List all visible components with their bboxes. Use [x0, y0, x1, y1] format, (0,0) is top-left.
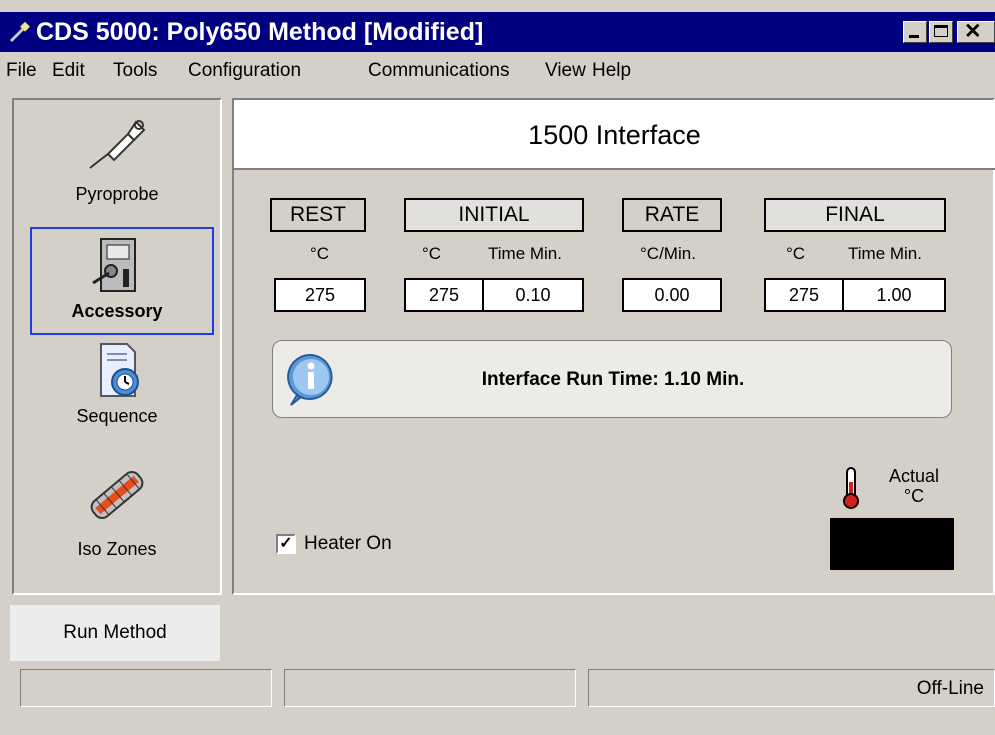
sidebar-item-label: Accessory [71, 301, 163, 321]
connection-status: Off-Line [916, 678, 984, 699]
interface-panel: 1500 Interface REST °C 275 INITIAL °C Ti… [232, 98, 995, 595]
sidebar-item-iso-zones[interactable]: Iso Zones [14, 465, 220, 560]
menu-communications[interactable]: Communications [368, 60, 510, 82]
final-temp-field[interactable]: 275 [764, 278, 844, 312]
pyroprobe-icon [89, 120, 146, 169]
menu-bar: File Edit Tools Configuration Communicat… [0, 52, 995, 94]
sidebar-item-pyroprobe[interactable]: Pyroprobe [14, 108, 220, 205]
rest-header: REST [270, 198, 366, 232]
sidebar-item-accessory[interactable]: Accessory [14, 235, 220, 322]
minimize-icon [909, 35, 919, 38]
sidebar-item-sequence[interactable]: Sequence [14, 340, 220, 427]
run-method-button[interactable]: Run Method [10, 605, 220, 661]
panel-title: 1500 Interface [528, 120, 701, 150]
run-time-text: Interface Run Time: 1.10 Min. [481, 369, 745, 390]
status-field-1 [20, 669, 272, 707]
close-icon: ✕ [964, 20, 982, 43]
actual-temp-display [830, 518, 954, 570]
rest-temp-field[interactable]: 275 [274, 278, 366, 312]
initial-header: INITIAL [404, 198, 584, 232]
menu-configuration[interactable]: Configuration [188, 60, 301, 82]
maximize-button[interactable] [929, 21, 953, 43]
final-unit: °C [786, 244, 806, 263]
sidebar-item-label: Pyroprobe [75, 184, 159, 204]
sidebar-item-label: Sequence [76, 406, 158, 426]
iso-zones-icon [90, 470, 144, 520]
final-header: FINAL [764, 198, 946, 232]
final-time-field[interactable]: 1.00 [842, 278, 946, 312]
heater-on-text: Heater On [304, 533, 392, 554]
status-field-2 [284, 669, 576, 707]
app-window: CDS 5000: Poly650 Method [Modified] ✕ Fi… [0, 0, 995, 735]
rate-unit: °C/Min. [640, 244, 696, 263]
title-bar[interactable]: CDS 5000: Poly650 Method [Modified] ✕ [0, 12, 995, 52]
maximize-icon [934, 25, 948, 37]
menu-tools[interactable]: Tools [113, 60, 157, 82]
sidebar: Pyroprobe Accessory Sequence Iso Zones [12, 98, 222, 595]
panel-header: 1500 Interface [234, 100, 995, 170]
run-time-info: Interface Run Time: 1.10 Min. [272, 340, 952, 418]
actual-label-line1: Actual [888, 466, 940, 486]
rest-unit: °C [310, 244, 330, 263]
close-button[interactable]: ✕ [957, 20, 995, 43]
menu-file[interactable]: File [6, 60, 37, 82]
initial-temp-field[interactable]: 275 [404, 278, 484, 312]
menu-view[interactable]: View [545, 60, 586, 82]
minimize-button[interactable] [903, 21, 927, 43]
initial-time-unit: Time Min. [488, 244, 562, 263]
sequence-icon [100, 343, 139, 397]
heater-on-checkbox[interactable]: ✓ [276, 534, 296, 554]
initial-unit: °C [422, 244, 442, 263]
accessory-icon [92, 238, 136, 292]
menu-edit[interactable]: Edit [52, 60, 85, 82]
rate-field[interactable]: 0.00 [622, 278, 722, 312]
sidebar-item-label: Iso Zones [77, 539, 157, 559]
initial-time-field[interactable]: 0.10 [482, 278, 584, 312]
actual-label: Actual °C [874, 466, 954, 506]
heater-on-label[interactable]: Heater On [304, 533, 392, 555]
rate-header: RATE [622, 198, 722, 232]
menu-help[interactable]: Help [592, 60, 631, 82]
window-title: CDS 5000: Poly650 Method [Modified] [36, 18, 484, 46]
thermometer-icon [843, 467, 859, 509]
probe-icon [9, 21, 30, 43]
final-time-unit: Time Min. [848, 244, 922, 263]
status-field-3: Off-Line [588, 669, 995, 707]
actual-label-line2: °C [903, 486, 925, 506]
